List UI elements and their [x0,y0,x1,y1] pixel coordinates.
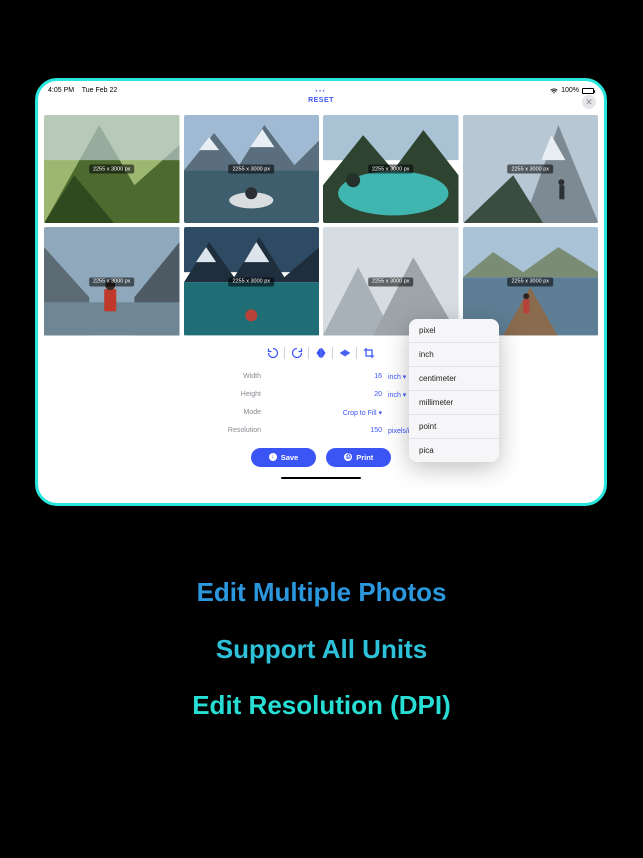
photo-thumb[interactable]: 2255 x 3000 px [184,227,320,335]
save-button[interactable]: ↓ Save [251,448,317,467]
height-input[interactable]: 20 [267,391,382,398]
home-indicator[interactable] [281,477,361,480]
edit-toolbar [38,344,604,362]
resize-form: Width 16 inch ▾ Height 20 inch ▾ Mode Cr… [206,368,436,440]
dimension-badge: 2255 x 3000 px [89,277,135,286]
dimension-badge: 2255 x 3000 px [507,165,553,174]
tablet-frame: 4:05 PM Tue Feb 22 ⋯ 100% RESET ✕ 2255 x… [35,78,607,506]
download-icon: ↓ [269,453,277,461]
photo-thumb[interactable]: 2255 x 3000 px [44,115,180,223]
flip-vertical-icon[interactable] [336,344,354,362]
resolution-input[interactable]: 150 [267,427,382,434]
status-bar: 4:05 PM Tue Feb 22 ⋯ 100% [38,81,604,97]
unit-option-pixel[interactable]: pixel [409,319,499,343]
photo-thumb[interactable]: 2255 x 3000 px [463,115,599,223]
reset-button[interactable]: RESET [308,97,334,104]
mode-label: Mode [206,409,261,416]
photo-grid: 2255 x 3000 px 2255 x 3000 px 2 [38,115,604,336]
caption-3: Edit Resolution (DPI) [192,691,451,720]
status-time: 4:05 PM [48,87,74,94]
caption-1: Edit Multiple Photos [197,578,447,607]
photo-thumb[interactable]: 2255 x 3000 px [44,227,180,335]
unit-option-point[interactable]: point [409,415,499,439]
unit-menu[interactable]: pixel inch centimeter millimeter point p… [409,319,499,462]
width-input[interactable]: 16 [267,373,382,380]
crop-icon[interactable] [360,344,378,362]
status-date: Tue Feb 22 [82,87,118,94]
dimension-badge: 2255 x 3000 px [368,277,414,286]
close-button[interactable]: ✕ [582,95,596,109]
status-battery-pct: 100% [561,87,579,94]
unit-option-inch[interactable]: inch [409,343,499,367]
marketing-captions: Edit Multiple Photos Support All Units E… [0,578,643,720]
width-label: Width [206,373,261,380]
rotate-left-icon[interactable] [264,344,282,362]
wifi-icon [550,88,558,94]
mode-select[interactable]: Crop to Fill ▾ [267,409,382,417]
print-button[interactable]: ⎙ Print [326,448,391,467]
photo-thumb[interactable]: 2255 x 3000 px [184,115,320,223]
battery-icon [582,88,594,94]
resolution-label: Resolution [206,427,261,434]
dimension-badge: 2255 x 3000 px [89,165,135,174]
unit-option-millimeter[interactable]: millimeter [409,391,499,415]
unit-option-centimeter[interactable]: centimeter [409,367,499,391]
caption-2: Support All Units [216,635,427,664]
unit-option-pica[interactable]: pica [409,439,499,462]
more-icon[interactable]: ⋯ [315,84,328,97]
action-row: ↓ Save ⎙ Print [38,448,604,467]
photo-thumb[interactable]: 2255 x 3000 px [323,115,459,223]
height-label: Height [206,391,261,398]
dimension-badge: 2255 x 3000 px [228,277,274,286]
dimension-badge: 2255 x 3000 px [228,165,274,174]
dimension-badge: 2255 x 3000 px [507,277,553,286]
dimension-badge: 2255 x 3000 px [368,165,414,174]
rotate-right-icon[interactable] [288,344,306,362]
header-row: RESET ✕ [38,97,604,115]
flip-horizontal-icon[interactable] [312,344,330,362]
print-icon: ⎙ [344,453,352,461]
